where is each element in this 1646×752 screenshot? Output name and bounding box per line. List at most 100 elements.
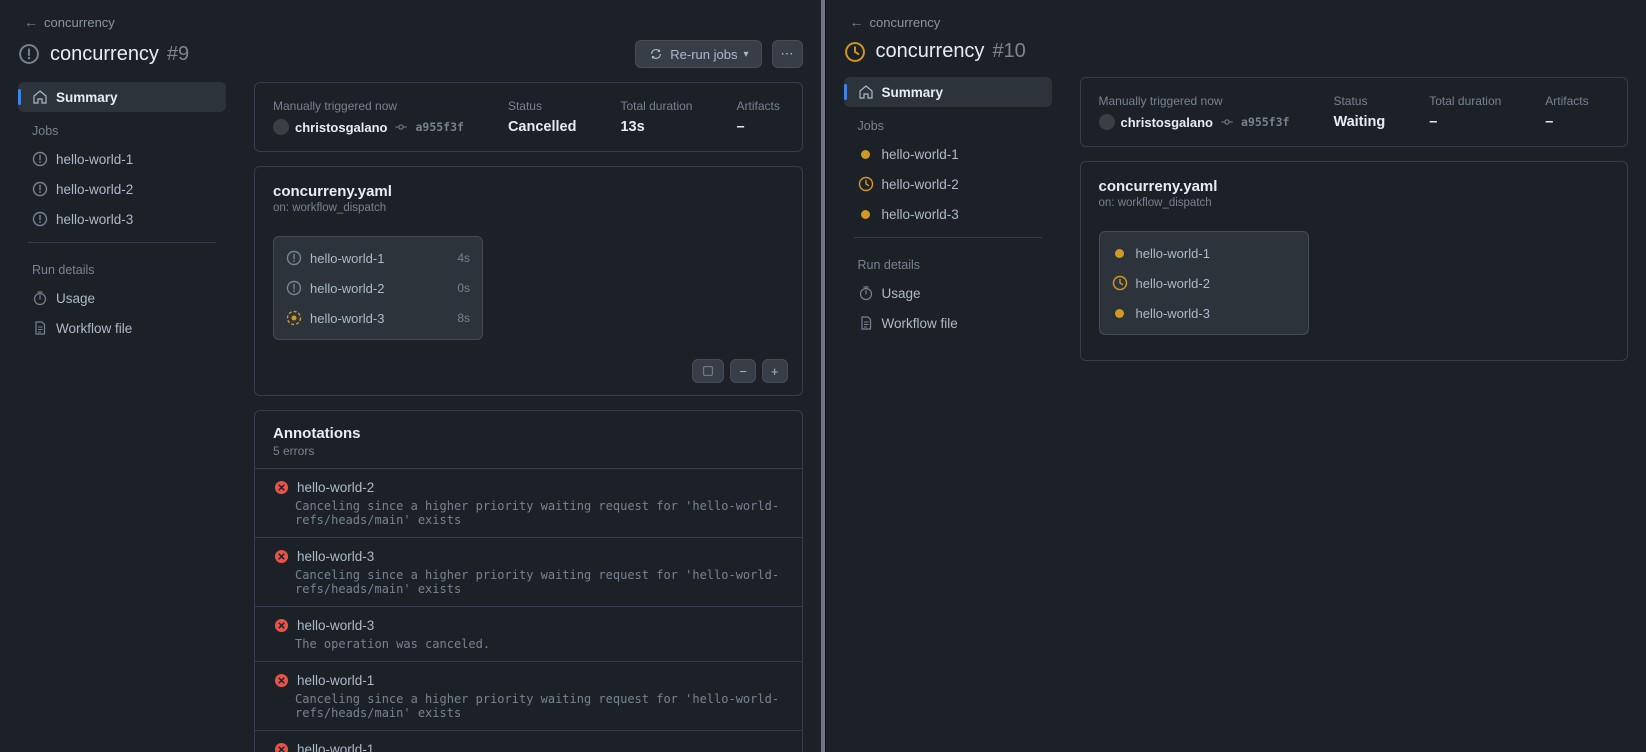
home-icon: [858, 84, 874, 100]
cancelled-icon: [32, 211, 48, 227]
queued-icon: [858, 206, 874, 222]
chevron-down-icon: ▾: [743, 49, 748, 60]
sidebar-job[interactable]: hello-world-2: [18, 174, 226, 204]
sidebar-jobs-heading: Jobs: [18, 112, 226, 144]
annotations-count: 5 errors: [273, 444, 784, 458]
back-arrow-icon[interactable]: ←: [24, 14, 38, 30]
actor-link[interactable]: christosgalano: [1121, 115, 1213, 130]
breadcrumb: ← concurrency: [18, 12, 803, 40]
queued-icon: [858, 146, 874, 162]
workflow-graph-panel: concurreny.yaml on: workflow_dispatch he…: [1080, 161, 1629, 361]
breadcrumb-link[interactable]: concurrency: [870, 15, 941, 30]
avatar: [1099, 114, 1115, 130]
job-node[interactable]: hello-world-3 8s: [274, 303, 482, 333]
cancelled-icon: [286, 280, 302, 296]
rerun-jobs-button[interactable]: Re-run jobs ▾: [635, 40, 761, 68]
annotation-row[interactable]: hello-world-1 Canceling since a higher p…: [255, 661, 802, 730]
sidebar-job[interactable]: hello-world-2: [844, 169, 1052, 199]
job-graph-box: hello-world-1 hello-world-2 hello-world-…: [1099, 231, 1309, 335]
sidebar-summary[interactable]: Summary: [18, 82, 226, 112]
sync-icon: [648, 46, 664, 62]
file-icon: [858, 315, 874, 331]
status-value: Waiting: [1333, 114, 1385, 130]
sidebar-workflow-file[interactable]: Workflow file: [18, 313, 226, 343]
sidebar-summary[interactable]: Summary: [844, 77, 1052, 107]
commit-sha[interactable]: a955f3f: [415, 120, 463, 134]
annotation-row[interactable]: hello-world-1 The operation was canceled…: [255, 730, 802, 752]
breadcrumb: ← concurrency: [844, 12, 1629, 40]
workflow-trigger: on: workflow_dispatch: [1099, 197, 1610, 209]
job-graph-box: hello-world-1 4s hello-world-2 0s hello-…: [273, 236, 483, 340]
cancelled-icon: [32, 181, 48, 197]
fullscreen-button[interactable]: [692, 359, 724, 383]
error-icon: [273, 741, 289, 752]
duration-label: Total duration: [1429, 94, 1501, 108]
queued-icon: [1112, 305, 1128, 321]
status-label: Status: [508, 99, 577, 113]
job-node[interactable]: hello-world-1: [1100, 238, 1308, 268]
workflow-file-name: concurreny.yaml: [1099, 178, 1610, 195]
annotation-row[interactable]: hello-world-3 The operation was canceled…: [255, 606, 802, 661]
summary-panel: Manually triggered now christosgalano a9…: [254, 82, 803, 152]
sidebar-job[interactable]: hello-world-1: [18, 144, 226, 174]
artifacts-label: Artifacts: [736, 99, 779, 113]
trigger-label: Manually triggered now: [1099, 94, 1290, 108]
sidebar-rundetails-heading: Run details: [844, 246, 1052, 278]
duration-value: –: [1429, 114, 1501, 130]
kebab-icon: ⋯: [781, 46, 794, 62]
status-value: Cancelled: [508, 119, 577, 135]
more-actions-button[interactable]: ⋯: [772, 40, 803, 68]
file-icon: [32, 320, 48, 336]
status-cancelled-icon: [18, 43, 40, 65]
job-node[interactable]: hello-world-2 0s: [274, 273, 482, 303]
duration-value: 13s: [620, 119, 692, 135]
artifacts-label: Artifacts: [1545, 94, 1588, 108]
back-arrow-icon[interactable]: ←: [850, 14, 864, 30]
sidebar-usage[interactable]: Usage: [844, 278, 1052, 308]
error-icon: [273, 548, 289, 564]
error-icon: [273, 479, 289, 495]
breadcrumb-link[interactable]: concurrency: [44, 15, 115, 30]
home-icon: [32, 89, 48, 105]
annotations-title: Annotations: [273, 425, 784, 442]
job-node[interactable]: hello-world-3: [1100, 298, 1308, 328]
running-icon: [858, 176, 874, 192]
zoom-out-button[interactable]: −: [730, 359, 756, 383]
workflow-file-name: concurreny.yaml: [273, 183, 784, 200]
stopwatch-icon: [32, 290, 48, 306]
annotations-panel: Annotations 5 errors hello-world-2 Cance…: [254, 410, 803, 752]
annotation-row[interactable]: hello-world-3 Canceling since a higher p…: [255, 537, 802, 606]
sidebar-job[interactable]: hello-world-3: [18, 204, 226, 234]
status-label: Status: [1333, 94, 1385, 108]
sidebar-jobs-heading: Jobs: [844, 107, 1052, 139]
error-icon: [273, 672, 289, 688]
artifacts-value: –: [736, 119, 779, 135]
running-icon: [1112, 275, 1128, 291]
stopwatch-icon: [858, 285, 874, 301]
status-waiting-icon: [844, 41, 866, 63]
job-node[interactable]: hello-world-2: [1100, 268, 1308, 298]
running-icon: [286, 310, 302, 326]
actor-link[interactable]: christosgalano: [295, 120, 387, 135]
commit-icon: [393, 119, 409, 135]
sidebar-job[interactable]: hello-world-3: [844, 199, 1052, 229]
sidebar-workflow-file[interactable]: Workflow file: [844, 308, 1052, 338]
summary-panel: Manually triggered now christosgalano a9…: [1080, 77, 1629, 147]
commit-sha[interactable]: a955f3f: [1241, 115, 1289, 129]
workflow-graph-panel: concurreny.yaml on: workflow_dispatch he…: [254, 166, 803, 396]
sidebar-usage[interactable]: Usage: [18, 283, 226, 313]
sidebar-rundetails-heading: Run details: [18, 251, 226, 283]
page-title: concurrency#9: [50, 43, 189, 66]
trigger-label: Manually triggered now: [273, 99, 464, 113]
sidebar-job[interactable]: hello-world-1: [844, 139, 1052, 169]
artifacts-value: –: [1545, 114, 1588, 130]
workflow-trigger: on: workflow_dispatch: [273, 202, 784, 214]
zoom-in-button[interactable]: +: [762, 359, 788, 383]
page-title: concurrency#10: [876, 40, 1026, 63]
annotation-row[interactable]: hello-world-2 Canceling since a higher p…: [255, 468, 802, 537]
commit-icon: [1219, 114, 1235, 130]
error-icon: [273, 617, 289, 633]
cancelled-icon: [286, 250, 302, 266]
queued-icon: [1112, 245, 1128, 261]
job-node[interactable]: hello-world-1 4s: [274, 243, 482, 273]
